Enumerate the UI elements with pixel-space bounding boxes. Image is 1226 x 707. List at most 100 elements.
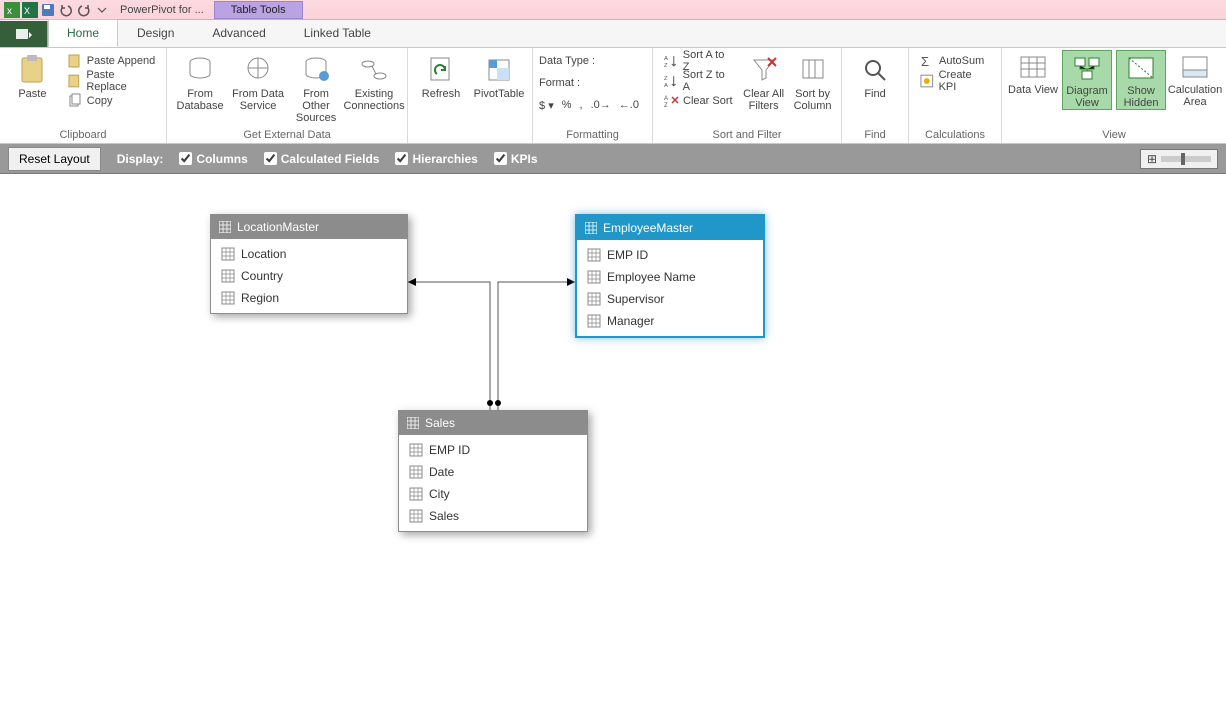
table-header[interactable]: Sales: [399, 411, 587, 435]
data-type-label: Data Type :: [539, 55, 595, 67]
svg-text:A: A: [664, 96, 668, 102]
field-row[interactable]: City: [399, 483, 587, 505]
create-kpi[interactable]: Create KPI: [915, 72, 995, 90]
from-database-button[interactable]: From Database: [173, 50, 227, 112]
data-view-button[interactable]: Data View: [1008, 50, 1058, 96]
svg-text:Z: Z: [664, 103, 668, 109]
find-button[interactable]: Find: [848, 50, 902, 100]
group-label-formatting: Formatting: [539, 127, 646, 143]
svg-text:A: A: [664, 56, 668, 62]
group-label-view: View: [1008, 127, 1220, 143]
reset-layout-button[interactable]: Reset Layout: [8, 147, 101, 171]
app-icon: x: [4, 2, 20, 18]
app-title: PowerPivot for ...: [120, 4, 204, 16]
table-sales[interactable]: Sales EMP ID Date City Sales: [398, 410, 588, 532]
calculation-area-button[interactable]: Calculation Area: [1170, 50, 1220, 108]
svg-text:Σ: Σ: [921, 54, 929, 69]
fit-icon[interactable]: ⊞: [1147, 152, 1157, 166]
table-title: Sales: [425, 416, 455, 430]
refresh-button[interactable]: Refresh: [414, 50, 468, 100]
from-data-service-button[interactable]: From Data Service: [231, 50, 285, 112]
field-row[interactable]: EMP ID: [399, 439, 587, 461]
decrease-decimal-icon[interactable]: ←.0: [619, 99, 639, 111]
toggle-kpis[interactable]: KPIs: [494, 152, 538, 166]
clear-sort[interactable]: AZClear Sort: [659, 92, 737, 110]
paste-button[interactable]: Paste: [6, 50, 59, 100]
toggle-hierarchies[interactable]: Hierarchies: [395, 152, 477, 166]
percent-icon[interactable]: %: [562, 99, 572, 111]
undo-icon[interactable]: [58, 2, 74, 18]
context-tab[interactable]: Table Tools: [214, 1, 303, 19]
ribbon: Paste Paste Append Paste Replace Copy Cl…: [0, 48, 1226, 144]
clear-all-filters[interactable]: Clear All Filters: [741, 50, 786, 112]
sort-za[interactable]: ZASort Z to A: [659, 72, 737, 90]
group-label-find: Find: [848, 127, 902, 143]
diagram-toolbar: Reset Layout Display: Columns Calculated…: [0, 144, 1226, 174]
autosum[interactable]: ΣAutoSum: [915, 52, 995, 70]
group-label-calc: Calculations: [915, 127, 995, 143]
tab-home[interactable]: Home: [48, 19, 118, 47]
field-row[interactable]: EMP ID: [577, 244, 763, 266]
field-row[interactable]: Supervisor: [577, 288, 763, 310]
field-row[interactable]: Manager: [577, 310, 763, 332]
svg-text:X: X: [24, 6, 30, 16]
save-icon[interactable]: [40, 2, 56, 18]
field-row[interactable]: Country: [211, 265, 407, 287]
group-sort-filter: AZSort A to Z ZASort Z to A AZClear Sort…: [653, 48, 842, 143]
diagram-view-button[interactable]: Diagram View: [1062, 50, 1112, 110]
table-employee-master[interactable]: EmployeeMaster EMP ID Employee Name Supe…: [575, 214, 765, 338]
toggle-calcfields[interactable]: Calculated Fields: [264, 152, 380, 166]
tab-linked-table[interactable]: Linked Table: [285, 19, 390, 47]
redo-icon[interactable]: [76, 2, 92, 18]
group-label-clipboard: Clipboard: [6, 127, 160, 143]
increase-decimal-icon[interactable]: .0→: [591, 99, 611, 111]
copy-button[interactable]: Copy: [63, 92, 160, 110]
table-header[interactable]: EmployeeMaster: [577, 216, 763, 240]
tab-advanced[interactable]: Advanced: [193, 19, 284, 47]
customize-qat-icon[interactable]: [94, 2, 110, 18]
excel-icon[interactable]: X: [22, 2, 38, 18]
svg-text:Z: Z: [664, 63, 668, 69]
pivottable-button[interactable]: PivotTable: [472, 50, 526, 100]
group-label-getdata: Get External Data: [173, 127, 401, 143]
from-other-sources-button[interactable]: From Other Sources: [289, 50, 343, 124]
table-location-master[interactable]: LocationMaster Location Country Region: [210, 214, 408, 314]
group-get-data: From Database From Data Service From Oth…: [167, 48, 408, 143]
show-hidden-button[interactable]: Show Hidden: [1116, 50, 1166, 110]
group-view: Data View Diagram View Show Hidden Calcu…: [1002, 48, 1226, 143]
field-row[interactable]: Date: [399, 461, 587, 483]
field-row[interactable]: Location: [211, 243, 407, 265]
toggle-columns[interactable]: Columns: [179, 152, 247, 166]
sort-by-column[interactable]: Sort by Column: [790, 50, 835, 112]
table-title: EmployeeMaster: [603, 221, 693, 235]
display-label: Display:: [117, 152, 164, 166]
group-refresh: Refresh PivotTable: [408, 48, 533, 143]
currency-icon[interactable]: $ ▾: [539, 99, 554, 112]
svg-text:Z: Z: [664, 76, 668, 82]
svg-text:A: A: [664, 83, 668, 89]
table-title: LocationMaster: [237, 220, 319, 234]
paste-append[interactable]: Paste Append: [63, 52, 160, 70]
comma-icon[interactable]: ,: [580, 99, 583, 111]
paste-label: Paste: [18, 88, 46, 100]
field-row[interactable]: Sales: [399, 505, 587, 527]
existing-connections-button[interactable]: Existing Connections: [347, 50, 401, 112]
paste-replace[interactable]: Paste Replace: [63, 72, 160, 90]
group-find: Find Find: [842, 48, 909, 143]
title-bar: x X PowerPivot for ... Table Tools: [0, 0, 1226, 20]
quick-access-toolbar: x X: [4, 2, 110, 18]
format-label: Format :: [539, 77, 580, 89]
table-header[interactable]: LocationMaster: [211, 215, 407, 239]
zoom-control[interactable]: ⊞: [1140, 149, 1218, 169]
group-label-sort: Sort and Filter: [659, 127, 835, 143]
field-row[interactable]: Region: [211, 287, 407, 309]
tab-strip: Home Design Advanced Linked Table: [0, 20, 1226, 48]
group-calculations: ΣAutoSum Create KPI Calculations: [909, 48, 1002, 143]
field-row[interactable]: Employee Name: [577, 266, 763, 288]
sort-az[interactable]: AZSort A to Z: [659, 52, 737, 70]
group-formatting: Data Type : Format : $ ▾ % , .0→ ←.0 For…: [533, 48, 653, 143]
svg-text:x: x: [7, 6, 12, 17]
diagram-canvas[interactable]: LocationMaster Location Country Region E…: [0, 174, 1226, 707]
file-tab[interactable]: [0, 21, 48, 47]
tab-design[interactable]: Design: [118, 19, 193, 47]
